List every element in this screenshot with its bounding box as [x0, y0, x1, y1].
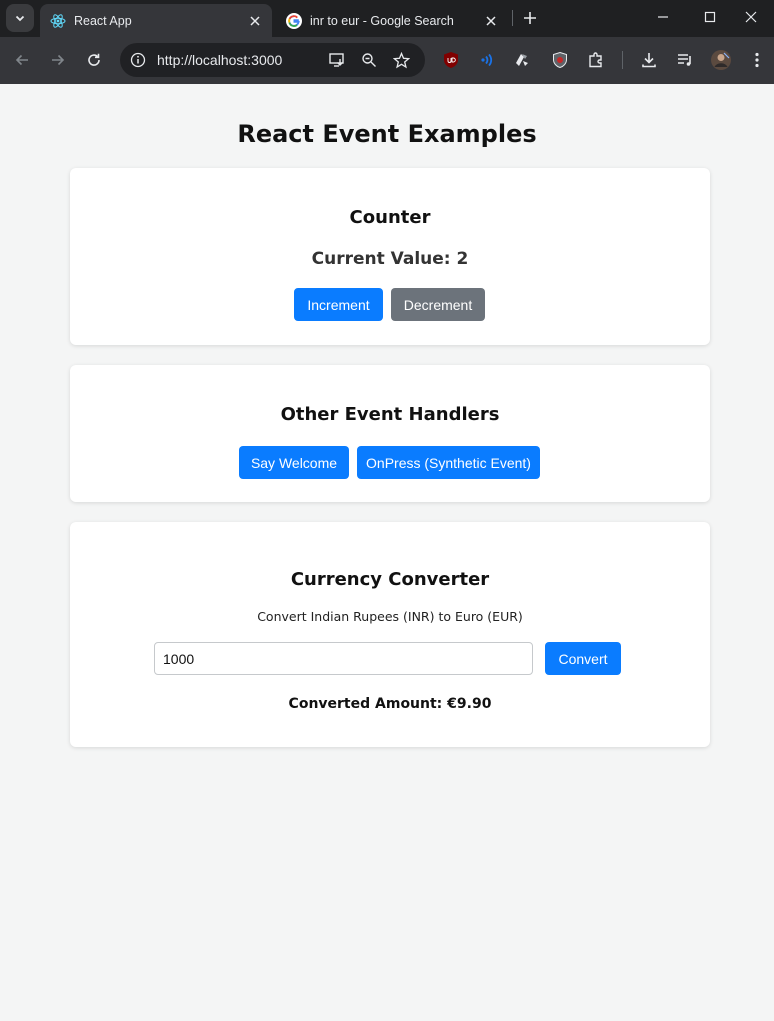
reload-icon: [88, 53, 100, 66]
extension-icon[interactable]: [510, 48, 534, 72]
maximize-icon: [704, 11, 716, 23]
more-menu-icon[interactable]: [745, 48, 769, 72]
browser-toolbar: http://localhost:3000: [0, 37, 774, 84]
tab-google-search[interactable]: inr to eur - Google Search: [276, 4, 508, 37]
onpress-button[interactable]: OnPress (Synthetic Event): [357, 446, 540, 479]
minimize-icon: [658, 16, 668, 18]
browser-tabstrip: React App inr to eur - Google Search: [0, 0, 774, 37]
arrow-left-icon: [15, 54, 28, 66]
counter-value: Current Value: 2: [311, 249, 469, 269]
tab-title: inr to eur - Google Search: [310, 13, 454, 28]
react-icon: [50, 13, 66, 29]
maximize-button[interactable]: [687, 0, 733, 34]
arrow-right-icon: [52, 54, 65, 66]
page-title: React Event Examples: [237, 120, 537, 148]
address-bar[interactable]: http://localhost:3000: [120, 43, 425, 77]
address-url: http://localhost:3000: [157, 52, 283, 68]
tab-title: React App: [74, 13, 132, 28]
close-window-button[interactable]: [728, 0, 774, 34]
currency-converter-card: Currency Converter Convert Indian Rupees…: [70, 522, 710, 747]
ublock-extension-icon[interactable]: [439, 48, 463, 72]
zoom-icon[interactable]: [357, 48, 381, 72]
close-icon: [745, 11, 757, 23]
close-icon[interactable]: [246, 12, 264, 30]
tab-search-button[interactable]: [6, 4, 34, 32]
event-handlers-heading: Other Event Handlers: [280, 404, 500, 425]
google-icon: [286, 12, 302, 29]
back-button[interactable]: [10, 48, 34, 72]
converted-amount: Converted Amount: €9.90: [288, 696, 492, 712]
increment-button[interactable]: Increment: [294, 288, 383, 321]
avatar[interactable]: [709, 48, 733, 72]
tab-react-app[interactable]: React App: [40, 4, 272, 37]
event-handlers-card: Other Event Handlers Say Welcome OnPress…: [70, 365, 710, 502]
currency-description: Convert Indian Rupees (INR) to Euro (EUR…: [257, 609, 523, 624]
page-content: React Event Examples Counter Current Val…: [0, 84, 774, 1021]
downloads-icon[interactable]: [637, 48, 661, 72]
currency-heading: Currency Converter: [290, 569, 490, 590]
site-info-icon[interactable]: [126, 48, 150, 72]
counter-card: Counter Current Value: 2 Increment Decre…: [70, 168, 710, 345]
shield-extension-icon[interactable]: [548, 48, 572, 72]
decrement-button[interactable]: Decrement: [391, 288, 485, 321]
tab-divider: [512, 10, 513, 26]
close-icon[interactable]: [482, 12, 500, 30]
install-app-icon[interactable]: [325, 48, 349, 72]
plus-icon: [524, 12, 536, 24]
star-icon[interactable]: [389, 48, 413, 72]
minimize-button[interactable]: [640, 0, 686, 34]
toolbar-divider: [622, 51, 623, 69]
read-aloud-extension-icon[interactable]: [475, 48, 499, 72]
counter-heading: Counter: [349, 207, 431, 228]
media-controls-icon[interactable]: [673, 48, 697, 72]
chevron-down-icon: [15, 15, 25, 22]
forward-button[interactable]: [46, 48, 70, 72]
convert-button[interactable]: Convert: [545, 642, 621, 675]
amount-input[interactable]: [154, 642, 533, 675]
reload-button[interactable]: [82, 48, 106, 72]
say-welcome-button[interactable]: Say Welcome: [239, 446, 349, 479]
new-tab-button[interactable]: [518, 6, 542, 30]
puzzle-icon[interactable]: [584, 48, 608, 72]
